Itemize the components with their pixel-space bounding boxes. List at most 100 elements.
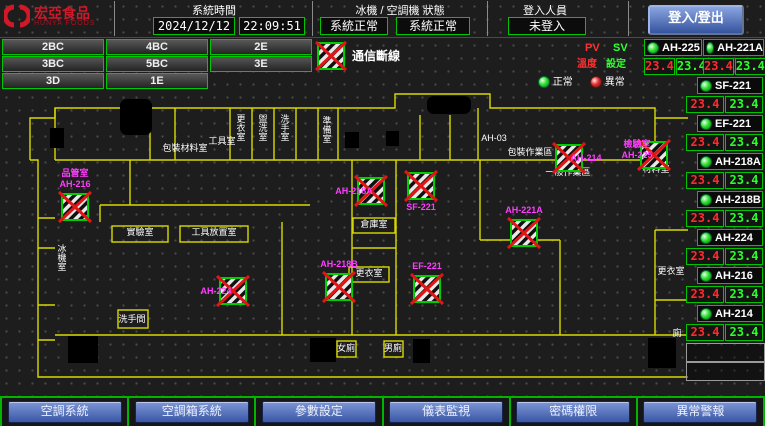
empty-slot [686,343,765,362]
abnormal-led-icon [590,76,602,88]
equipment-AH-216[interactable]: AH-216 [697,267,763,284]
nav-button-異常警報[interactable]: 異常警報 [643,401,757,423]
equipment-AH-221A[interactable]: AH-221A [703,39,764,56]
floor-button-2E[interactable]: 2E [210,39,312,55]
elevator-symbol [427,96,471,114]
status-led-icon [700,308,712,320]
device-label-AH-218A: AH-218A [335,186,373,196]
nav-button-空調箱系統[interactable]: 空調箱系統 [135,401,249,423]
floor-button-5BC[interactable]: 5BC [106,56,208,72]
nav-button-密碼權限[interactable]: 密碼權限 [516,401,630,423]
device-marker-AH-221A[interactable]: AH-221A [505,205,543,248]
device-label-AH-221A: AH-221A [505,205,543,215]
equipment-AH-218A[interactable]: AH-218A [697,153,763,170]
legend-normal: 正常 [538,73,573,88]
equipment-values-EF-221: 23.423.4 [686,134,763,151]
equipment-AH-224[interactable]: AH-224 [697,229,763,246]
floor-button-1E[interactable]: 1E [106,73,208,89]
chiller-status-value: 系統正常 [320,17,388,35]
device-marker-AH-214[interactable]: AH-214 [553,143,602,173]
equipment-values-AH-221A: 23.423.4 [703,58,764,75]
nav-cell: 空調系統 [0,398,129,426]
nav-cell: 儀表監視 [384,398,511,426]
floor-button-2BC[interactable]: 2BC [2,39,104,55]
nav-button-參數設定[interactable]: 參數設定 [262,401,376,423]
floor-button-4BC[interactable]: 4BC [106,39,208,55]
equipment-values-AH-218A: 23.423.4 [686,172,763,189]
status-led-icon [700,80,712,92]
room-label: 包裝材料室 [162,142,207,153]
floor-button-3D[interactable]: 3D [2,73,104,89]
sv-caption: 設定 [606,55,626,70]
equipment-AH-218B[interactable]: AH-218B [697,191,763,208]
stair-symbol [386,131,399,146]
bottom-nav-bar: 空調系統空調箱系統參數設定儀表監視密碼權限異常警報 [0,396,765,426]
nav-button-儀表監視[interactable]: 儀表監視 [389,401,503,423]
device-marker-AH-218A[interactable]: AH-218A [335,176,387,206]
status-led-icon [700,156,712,168]
status-led-icon [700,232,712,244]
room-label: 工具放置室 [191,226,236,237]
pv-caption: 溫度 [577,55,597,70]
device-label-AH-224: AH-224 [200,286,231,296]
room-label: 冰機室 [57,243,66,272]
equipment-SF-221[interactable]: SF-221 [697,77,763,94]
equipment-AH-225[interactable]: AH-225 [644,39,702,56]
equipment-EF-221[interactable]: EF-221 [697,115,763,132]
equipment-values-AH-225: 23.423.4 [644,58,702,75]
stair-symbol [310,338,336,362]
room-label: 實驗室 [126,226,153,237]
device-marker-AH-218B[interactable]: AH-218B [320,259,358,302]
status-led-icon [700,118,712,130]
stair-symbol [345,132,359,148]
comm-lost-icon [315,40,347,72]
floor-button-3BC[interactable]: 3BC [2,56,104,72]
floor-plan-map: 包裝材料室工具室更衣室盥洗室洗手室準備室AH-03包裝作業區一般作業區材料室實驗… [0,92,690,396]
device-marker-AH-216[interactable]: 品管室AH-216 [59,167,91,222]
equipment-AH-214[interactable]: AH-214 [697,305,763,322]
pv-header: PV [585,42,600,54]
device-label-AH-218B: AH-218B [320,259,358,269]
status-led-icon [700,270,712,282]
machine-status-label: 冰機 / 空調機 狀態 [315,2,485,18]
equipment-values-AH-216: 23.423.4 [686,286,763,303]
status-led-icon [700,194,712,206]
room-label: 洗手間 [118,313,145,324]
nav-cell: 密碼權限 [511,398,638,426]
brand-logo: 宏亞食品 HUNYA FOODS [4,3,95,29]
room-label: 女廁 [337,342,355,353]
hunya-logo-icon [4,3,30,29]
header-bar: 宏亞食品 HUNYA FOODS 系統時間 2024/12/12 22:09:5… [0,0,765,38]
normal-led-icon [538,76,550,88]
floor-button-3E[interactable]: 3E [210,56,312,72]
stair-symbol [68,336,98,363]
stair-symbol [413,339,430,363]
nav-cell: 異常警報 [638,398,765,426]
status-led-icon [647,42,659,54]
login-logout-button[interactable]: 登入/登出 [648,5,744,35]
room-label: AH-03 [481,133,507,143]
device-label-AH-214: AH-214 [570,153,601,163]
room-label: 更衣室 [657,265,684,276]
equipment-values-SF-221: 23.423.4 [686,96,763,113]
legend-abnormal: 異常 [590,73,625,88]
device-marker-AH-224[interactable]: AH-224 [200,276,249,306]
room-label: 盥洗室 [258,113,267,142]
nav-button-空調系統[interactable]: 空調系統 [8,401,122,423]
room-label: 倉庫室 [360,218,387,229]
equipment-values-AH-218B: 23.423.4 [686,210,763,227]
room-label: 準備室 [322,115,331,144]
device-label-AH-216: 品管室AH-216 [59,167,90,189]
device-marker-SF-221[interactable]: SF-221 [405,171,437,212]
nav-cell: 參數設定 [256,398,383,426]
system-time-value: 22:09:51 [239,17,305,35]
empty-slot [686,362,765,381]
device-label-SF-221: SF-221 [406,202,436,212]
equipment-values-AH-214: 23.423.4 [686,324,763,341]
device-marker-AH-225[interactable]: 檢驗室AH-225 [621,138,670,170]
room-label: 工具室 [208,135,235,146]
system-time-label: 系統時間 [118,2,310,18]
comm-lost-label: 通信斷線 [352,47,400,64]
device-marker-EF-221[interactable]: EF-221 [411,261,443,304]
room-label: 更衣室 [236,114,245,142]
